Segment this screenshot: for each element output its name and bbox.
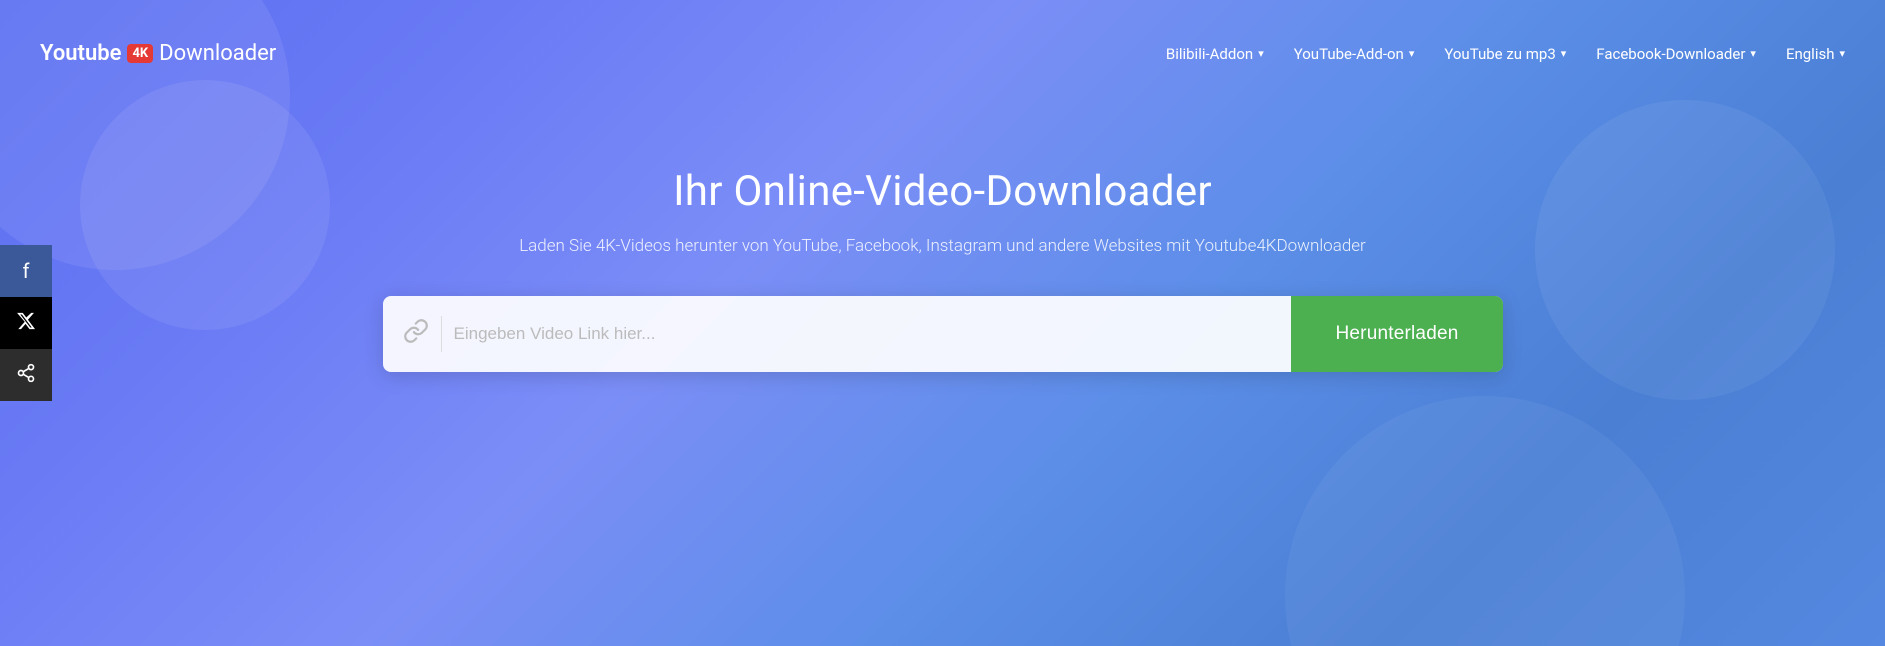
input-divider xyxy=(441,316,442,352)
logo[interactable]: Youtube 4K Downloader xyxy=(40,41,276,66)
search-input[interactable] xyxy=(454,324,1272,344)
facebook-share-button[interactable]: f xyxy=(0,245,52,297)
share-button[interactable] xyxy=(0,349,52,401)
chevron-down-icon: ▾ xyxy=(1839,47,1845,60)
hero-section: Youtube 4K Downloader Bilibili-Addon ▾ Y… xyxy=(0,0,1885,646)
chevron-down-icon: ▾ xyxy=(1561,47,1567,60)
hero-subtitle: Laden Sie 4K-Videos herunter von YouTube… xyxy=(519,236,1366,256)
logo-4k-badge: 4K xyxy=(127,44,153,63)
link-icon xyxy=(403,318,429,350)
search-container: Herunterladen xyxy=(383,296,1503,372)
chevron-down-icon: ▾ xyxy=(1258,47,1264,60)
twitter-share-button[interactable] xyxy=(0,297,52,349)
share-icon xyxy=(16,363,36,388)
nav-item-facebook-downloader[interactable]: Facebook-Downloader ▾ xyxy=(1596,45,1756,63)
hero-title: Ihr Online-Video-Downloader xyxy=(673,167,1212,216)
download-button[interactable]: Herunterladen xyxy=(1291,296,1502,372)
chevron-down-icon: ▾ xyxy=(1409,47,1415,60)
nav-item-youtube-mp3[interactable]: YouTube zu mp3 ▾ xyxy=(1444,45,1566,63)
twitter-x-icon xyxy=(16,311,36,336)
facebook-icon: f xyxy=(23,259,30,283)
social-sidebar: f xyxy=(0,245,52,401)
decorative-circle-3 xyxy=(1285,396,1685,646)
nav-item-language[interactable]: English ▾ xyxy=(1786,45,1845,63)
nav-item-bilibili[interactable]: Bilibili-Addon ▾ xyxy=(1166,45,1264,63)
search-input-area xyxy=(383,296,1292,372)
nav-links: Bilibili-Addon ▾ YouTube-Add-on ▾ YouTub… xyxy=(1166,45,1845,63)
nav-item-youtube-addon[interactable]: YouTube-Add-on ▾ xyxy=(1294,45,1415,63)
navbar: Youtube 4K Downloader Bilibili-Addon ▾ Y… xyxy=(0,0,1885,107)
chevron-down-icon: ▾ xyxy=(1750,47,1756,60)
hero-content: Ihr Online-Video-Downloader Laden Sie 4K… xyxy=(0,167,1885,372)
logo-downloader-text: Downloader xyxy=(159,41,276,66)
logo-youtube-text: Youtube xyxy=(40,41,121,66)
